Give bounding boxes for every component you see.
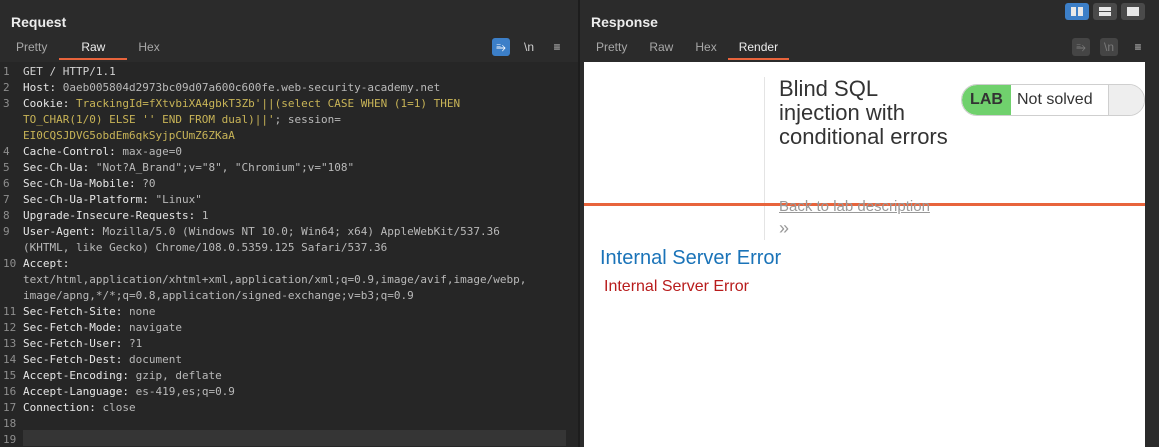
request-line: (KHTML, like Gecko) Chrome/108.0.5359.12… xyxy=(23,241,388,254)
request-tab-raw[interactable]: Raw xyxy=(59,36,128,60)
lab-badge: LAB xyxy=(962,85,1011,115)
request-line: 3 Cookie: TrackingId=fXtvbiXA4gbkT3Zb'||… xyxy=(3,97,461,110)
request-line: 10 Accept: xyxy=(3,257,70,270)
request-line: 15 Accept-Encoding: gzip, deflate xyxy=(3,369,222,382)
request-panel: Request Pretty Raw Hex ⥱ \n ≡ 1 GET / HT… xyxy=(0,0,578,447)
error-heading: Internal Server Error xyxy=(600,247,782,269)
layout-stacked-icon[interactable] xyxy=(1093,3,1117,20)
lab-title: Blind SQL injection with conditional err… xyxy=(779,76,948,149)
request-line: EI0CQSJDVG5obdEm6qkSyjpCUmZ6ZKaA xyxy=(23,129,235,142)
request-line: text/html,application/xhtml+xml,applicat… xyxy=(23,273,527,286)
response-menu-icon[interactable]: ≡ xyxy=(1129,38,1147,56)
lab-status: Not solved xyxy=(1017,91,1093,108)
request-line: 9 User-Agent: Mozilla/5.0 (Windows NT 10… xyxy=(3,225,500,238)
layout-side-by-side-icon[interactable] xyxy=(1065,3,1089,20)
response-panel: Response Pretty Raw Hex Render ⥱ \n ≡ Bl… xyxy=(580,0,1159,447)
rendered-response: Blind SQL injection with conditional err… xyxy=(584,62,1145,447)
request-line: 8 Upgrade-Insecure-Requests: 1 xyxy=(3,209,209,222)
wrap-lines-icon: ⥱ xyxy=(1072,38,1090,56)
request-line: 14 Sec-Fetch-Dest: document xyxy=(3,353,182,366)
request-line: 11 Sec-Fetch-Site: none xyxy=(3,305,156,318)
response-tab-raw[interactable]: Raw xyxy=(638,36,684,60)
layout-toggle-group xyxy=(1065,3,1145,20)
request-tab-pretty[interactable]: Pretty xyxy=(5,36,59,60)
request-title: Request xyxy=(11,14,67,30)
request-line: image/apng,*/*;q=0.8,application/signed-… xyxy=(23,289,414,302)
request-line: 13 Sec-Fetch-User: ?1 xyxy=(3,337,143,350)
request-tabs: Pretty Raw Hex xyxy=(5,36,172,60)
request-editor[interactable]: 1 GET / HTTP/1.1 2 Host: 0aeb005804d2973… xyxy=(0,62,578,447)
response-tab-render[interactable]: Render xyxy=(727,36,790,60)
request-line: 7 Sec-Ch-Ua-Platform: "Linux" xyxy=(3,193,202,206)
double-chevron-icon: » xyxy=(779,218,790,238)
response-tab-hex[interactable]: Hex xyxy=(684,36,727,60)
request-tab-hex[interactable]: Hex xyxy=(127,36,171,60)
request-line: 6 Sec-Ch-Ua-Mobile: ?0 xyxy=(3,177,156,190)
request-line: 18 xyxy=(3,417,17,430)
back-to-lab-link[interactable]: Back to lab description xyxy=(779,198,930,215)
request-line: 1 GET / HTTP/1.1 xyxy=(3,65,116,78)
show-newlines-icon[interactable]: \n xyxy=(520,38,538,56)
show-newlines-icon: \n xyxy=(1100,38,1118,56)
request-line: 16 Accept-Language: es-419,es;q=0.9 xyxy=(3,385,235,398)
layout-tabs-icon[interactable] xyxy=(1121,3,1145,20)
request-line: 19 xyxy=(3,433,17,446)
lab-status-icon xyxy=(1108,85,1144,115)
request-line: 5 Sec-Ch-Ua: "Not?A_Brand";v="8", "Chrom… xyxy=(3,161,355,174)
request-menu-icon[interactable]: ≡ xyxy=(548,38,566,56)
lab-status-widget: LAB Not solved xyxy=(961,84,1145,116)
request-line: TO_CHAR(1/0) ELSE '' END FROM dual)||'; … xyxy=(23,113,341,126)
response-title: Response xyxy=(591,14,658,30)
scrollbar[interactable] xyxy=(1145,62,1159,447)
response-tab-pretty[interactable]: Pretty xyxy=(585,36,638,60)
request-line: 2 Host: 0aeb005804d2973bc09d07a600c600fe… xyxy=(3,81,441,94)
request-line: 17 Connection: close xyxy=(3,401,136,414)
request-line: 4 Cache-Control: max-age=0 xyxy=(3,145,182,158)
error-message: Internal Server Error xyxy=(604,278,749,295)
header-divider xyxy=(764,77,765,240)
request-line: 12 Sec-Fetch-Mode: navigate xyxy=(3,321,182,334)
response-tabs: Pretty Raw Hex Render xyxy=(585,36,790,60)
wrap-lines-icon[interactable]: ⥱ xyxy=(492,38,510,56)
